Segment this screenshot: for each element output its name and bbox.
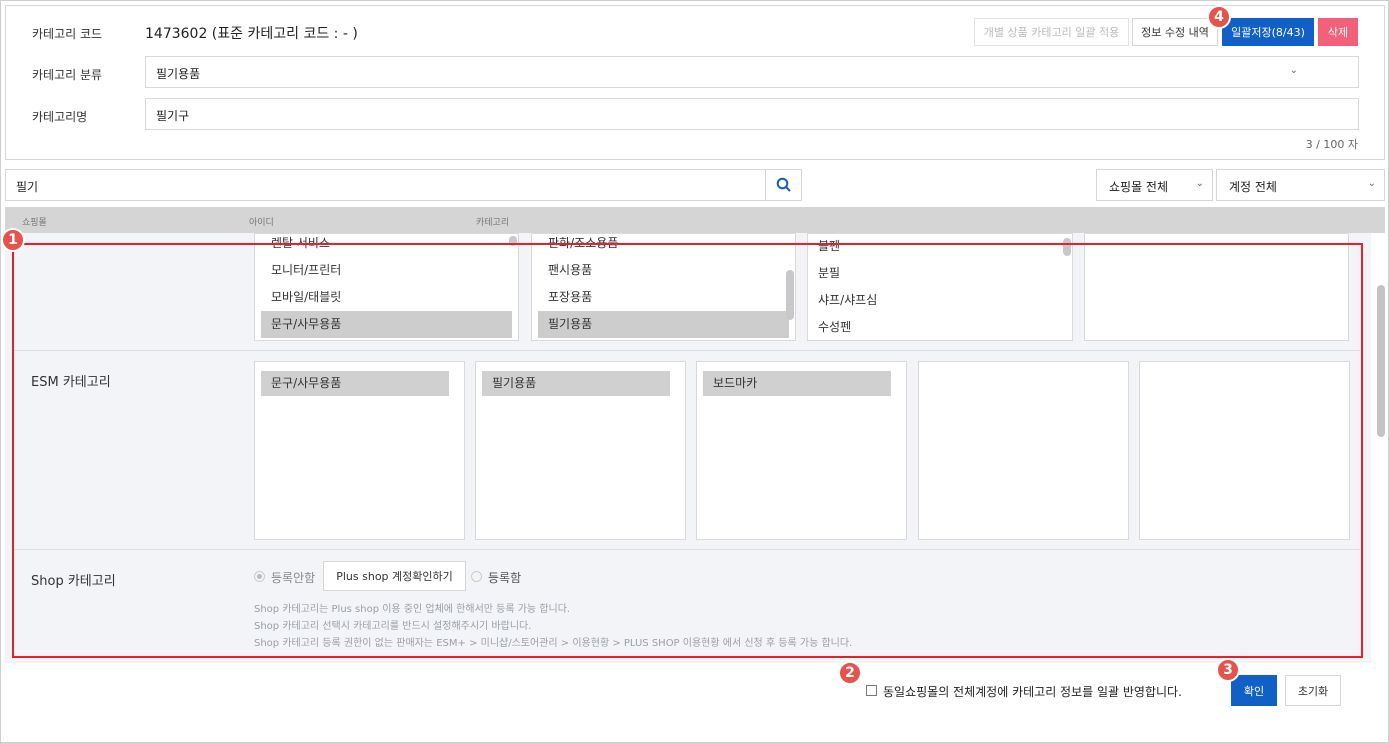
annotation-badge-3: 3 — [1216, 658, 1240, 682]
category-classification-value: 필기용품 — [156, 67, 201, 81]
apply-all-accounts-checkbox[interactable] — [866, 685, 877, 696]
category-name-label: 카테고리명 — [32, 110, 88, 124]
search-button[interactable] — [765, 169, 802, 201]
history-button[interactable]: 정보 수정 내역 — [1132, 18, 1218, 46]
search-input[interactable]: 필기 — [5, 169, 766, 201]
mall-filter-select[interactable]: 쇼핑몰 전체 ⌄ — [1096, 169, 1213, 201]
chevron-down-icon: ⌄ — [1367, 178, 1376, 189]
chevron-down-icon: ⌄ — [1195, 178, 1204, 189]
delete-button[interactable]: 삭제 — [1318, 18, 1358, 46]
category-name-input[interactable]: 필기구 — [145, 98, 1359, 130]
category-classification-label: 카테고리 분류 — [32, 68, 103, 82]
category-classification-select[interactable]: 필기용품 ⌄ — [145, 56, 1359, 88]
bulk-apply-button[interactable]: 개별 상품 카테고리 일괄 적용 — [974, 18, 1129, 46]
annotation-highlight-box — [12, 243, 1363, 658]
col-mall-header: 쇼핑몰 — [22, 218, 47, 228]
annotation-badge-1: 1 — [1, 228, 25, 252]
chevron-down-icon: ⌄ — [1289, 65, 1298, 76]
annotation-badge-2: 2 — [838, 661, 862, 685]
category-code-label: 카테고리 코드 — [32, 27, 103, 41]
category-code-value: 1473602 (표준 카테고리 코드 : - ) — [145, 26, 358, 42]
char-counter: 3 / 100 자 — [1305, 138, 1358, 151]
grid-header: 쇼핑몰 아이디 카테고리 — [5, 207, 1385, 233]
account-filter-select[interactable]: 계정 전체 ⌄ — [1216, 169, 1385, 201]
search-icon — [776, 177, 791, 192]
save-all-button[interactable]: 일괄저장(8/43) — [1222, 18, 1314, 46]
annotation-badge-4: 4 — [1207, 5, 1231, 29]
col-id-header: 아이디 — [249, 218, 274, 228]
apply-all-accounts-label: 동일쇼핑몰의 전체계정에 카테고리 정보를 일괄 반영합니다. — [883, 685, 1182, 699]
confirm-button[interactable]: 확인 — [1231, 675, 1277, 706]
col-category-header: 카테고리 — [476, 218, 510, 228]
mall-filter-value: 쇼핑몰 전체 — [1109, 180, 1169, 194]
account-filter-value: 계정 전체 — [1229, 180, 1277, 194]
page-scrollbar-thumb[interactable] — [1377, 285, 1385, 437]
reset-button[interactable]: 초기화 — [1285, 675, 1341, 706]
